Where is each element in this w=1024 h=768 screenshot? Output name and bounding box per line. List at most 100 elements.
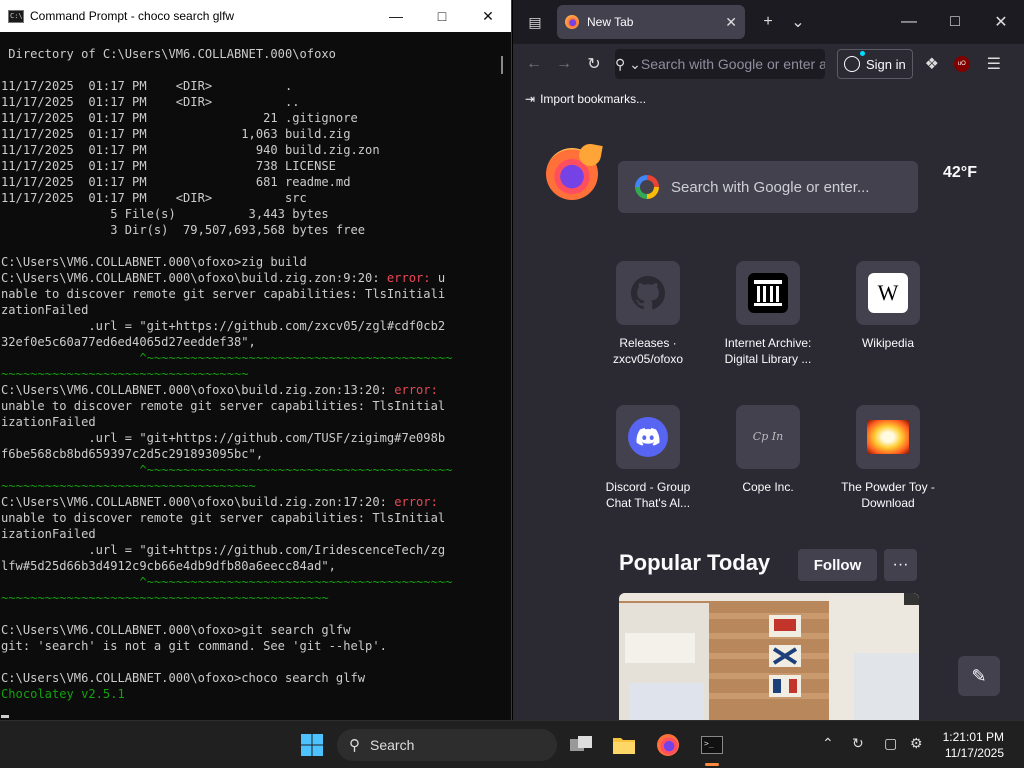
hamburger-menu-icon[interactable]: ☰ (979, 49, 1009, 79)
back-arrow-icon[interactable]: ← (519, 49, 549, 79)
cmd-maximize-button[interactable]: □ (419, 0, 465, 32)
cmd-close-button[interactable]: ✕ (465, 0, 511, 32)
console-text: ^~~~~~~~~~~~~~~~~~~~~~~~~~~~~~~~~~~~~~~~… (1, 575, 453, 589)
shortcut-icon-box: Cp In (736, 405, 800, 469)
shortcut-tile[interactable]: Discord - Group Chat That's Al... (593, 405, 703, 511)
console-text: .url = "git+https://github.com/zxcv05/zg… (1, 319, 446, 333)
taskbar-search-icon: ⚲ (349, 737, 360, 754)
task-view-icon[interactable] (565, 729, 597, 761)
tab-close-icon[interactable]: ✕ (725, 14, 737, 31)
sign-in-button[interactable]: Sign in (837, 49, 913, 79)
url-bar[interactable]: ⚲ ⌄ Search with Google or enter address (615, 49, 825, 79)
display-icon[interactable]: ▢ (884, 735, 897, 752)
console-text: git: 'search' is not a git command. See … (1, 639, 387, 653)
tab-new-tab[interactable]: New Tab ✕ (557, 5, 745, 39)
console-text: .url = "git+https://github.com/Iridescen… (1, 543, 446, 557)
firefox-window[interactable]: ▤ New Tab ✕ + ⌄ — □ ✕ ← → ↻ ⚲ ⌄ Search w… (513, 0, 1024, 720)
shortcut-tile[interactable]: W Wikipedia (833, 261, 943, 351)
console-text: f6be568cb8bd659397c2d5c291893095bc", (1, 447, 264, 461)
console-line: ~~~~~~~~~~~~~~~~~~~~~~~~~~~~~~~~~~~ (1, 478, 496, 494)
taskbar-search-label: Search (370, 737, 415, 753)
console-text: C:\Users\VM6.COLLABNET.000\ofoxo>zig bui… (1, 255, 307, 269)
console-line: 32ef0e5c60a77ed6ed4065d27eeddef38", (1, 334, 496, 350)
shortcut-icon-box (856, 405, 920, 469)
console-text: unable to discover remote git server cap… (1, 399, 446, 413)
console-line: .url = "git+https://github.com/Iridescen… (1, 542, 496, 558)
console-text: 11/17/2025 01:17 PM 940 build.zig.zon (1, 143, 380, 157)
newtab-search-box[interactable]: Search with Google or enter... (618, 161, 918, 213)
url-bar-placeholder: Search with Google or enter address (640, 56, 825, 72)
customize-edit-pencil-icon[interactable]: ✎ (958, 656, 1000, 696)
cmd-minimize-button[interactable]: — (373, 0, 419, 32)
console-line: izationFailed (1, 526, 496, 542)
cmd-titlebar[interactable]: C:\ Command Prompt - choco search glfw —… (0, 0, 511, 32)
new-tab-plus-icon[interactable]: + (753, 7, 783, 37)
shortcut-label: Releases · (619, 336, 677, 350)
powder-toy-icon (867, 420, 909, 454)
shortcut-label-2: Digital Library ... (724, 352, 812, 366)
network-muted-icon[interactable]: ⚙ (910, 735, 923, 752)
weather-temperature[interactable]: 42°F (943, 164, 977, 182)
taskbar-search-box[interactable]: ⚲ Search (337, 729, 557, 761)
clock-time: 1:21:01 PM (942, 730, 1004, 744)
command-prompt-window[interactable]: C:\ Command Prompt - choco search glfw —… (0, 0, 512, 720)
console-text: ~~~~~~~~~~~~~~~~~~~~~~~~~~~~~~~~~~~ (1, 479, 256, 493)
console-line: git: 'search' is not a git command. See … (1, 638, 496, 654)
console-text: Directory of C:\Users\VM6.COLLABNET.000\… (1, 47, 336, 61)
forward-arrow-icon[interactable]: → (549, 49, 579, 79)
windows-taskbar: ⚲ Search >_ ⌃ ↻ ▢ ⚙ 1:21:01 PM 11/17/202… (0, 720, 1024, 768)
list-all-tabs-chevron-icon[interactable]: ⌄ (783, 7, 813, 37)
cmd-console-output[interactable]: Directory of C:\Users\VM6.COLLABNET.000\… (0, 32, 496, 720)
cmd-window-title: Command Prompt - choco search glfw (30, 9, 235, 23)
shortcut-tile[interactable]: Cp In Cope Inc. (713, 405, 823, 495)
show-hidden-icons-chevron-icon[interactable]: ⌃ (822, 735, 834, 752)
console-text: nable to discover remote git server capa… (1, 287, 446, 301)
console-line: 11/17/2025 01:17 PM 681 readme.md (1, 174, 496, 190)
shortcut-icon-box (616, 405, 680, 469)
update-sync-icon[interactable]: ↻ (852, 735, 864, 752)
ff-minimize-button[interactable]: — (886, 7, 932, 37)
console-line: 11/17/2025 01:17 PM <DIR> .. (1, 94, 496, 110)
google-icon (635, 175, 659, 199)
newtab-search-placeholder: Search with Google or enter... (671, 178, 870, 196)
tab-view-icon[interactable]: ▤ (513, 0, 557, 44)
bookmarks-toolbar: ⇥ Import bookmarks... (513, 84, 1024, 114)
console-text: 3 Dir(s) 79,507,693,568 bytes free (1, 223, 366, 237)
import-bookmarks-link[interactable]: Import bookmarks... (540, 92, 646, 106)
wikipedia-icon: W (868, 273, 908, 313)
extensions-puzzle-icon[interactable]: ❖ (917, 49, 947, 79)
ff-maximize-button[interactable]: □ (932, 7, 978, 37)
taskbar-clock[interactable]: 1:21:01 PM 11/17/2025 (943, 729, 1004, 761)
windows-start-icon[interactable] (296, 729, 328, 761)
firefox-taskbar-icon[interactable] (652, 729, 684, 761)
console-line: unable to discover remote git server cap… (1, 510, 496, 526)
more-options-button[interactable]: ··· (884, 549, 917, 581)
ublock-origin-icon-wrap[interactable]: uO (947, 49, 977, 79)
shortcut-tile[interactable]: Releases · zxcv05/ofoxo (593, 261, 703, 367)
new-tab-page: Search with Google or enter... 42°F Rele… (513, 116, 1024, 720)
story-card-image[interactable] (619, 593, 919, 720)
console-text: ~~~~~~~~~~~~~~~~~~~~~~~~~~~~~~~~~~~~~~~~… (1, 591, 329, 605)
command-prompt-taskbar-icon[interactable]: >_ (696, 729, 728, 761)
console-text: 11/17/2025 01:17 PM 738 LICENSE (1, 159, 336, 173)
console-line: C:\Users\VM6.COLLABNET.000\ofoxo>zig bui… (1, 254, 496, 270)
console-text: ^~~~~~~~~~~~~~~~~~~~~~~~~~~~~~~~~~~~~~~~… (1, 463, 453, 477)
file-explorer-icon[interactable] (608, 729, 640, 761)
console-line: 11/17/2025 01:17 PM 21 .gitignore (1, 110, 496, 126)
console-line: Chocolatey v2.5.1 (1, 686, 496, 702)
console-error-text: error: (394, 383, 438, 397)
console-text: izationFailed (1, 415, 96, 429)
reload-icon[interactable]: ↻ (579, 49, 609, 79)
console-text: Chocolatey v2.5.1 (1, 687, 125, 701)
follow-button[interactable]: Follow (798, 549, 877, 581)
search-engine-icon[interactable]: ⚲ ⌄ (615, 56, 641, 73)
shortcut-label: Internet Archive: (724, 336, 812, 350)
shortcut-tile[interactable]: The Powder Toy - Download (833, 405, 943, 511)
console-line: Directory of C:\Users\VM6.COLLABNET.000\… (1, 46, 496, 62)
ff-close-button[interactable]: ✕ (978, 7, 1024, 37)
cmd-scrollbar-thumb[interactable] (501, 56, 503, 74)
shortcut-tile[interactable]: Internet Archive: Digital Library ... (713, 261, 823, 367)
console-line: 5 File(s) 3,443 bytes (1, 206, 496, 222)
sign-in-label: Sign in (866, 56, 906, 72)
discord-icon (628, 417, 668, 457)
